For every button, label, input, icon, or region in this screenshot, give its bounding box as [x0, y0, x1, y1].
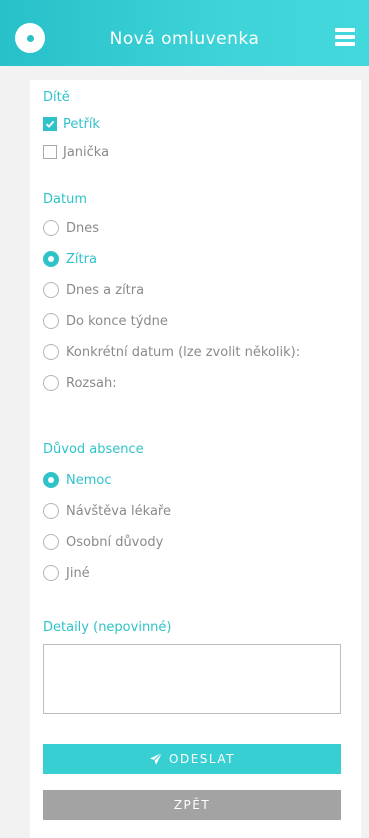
- reason-option-label: Nemoc: [66, 472, 112, 488]
- reason-option-jine[interactable]: Jiné: [43, 563, 90, 583]
- date-option-label: Zítra: [66, 251, 97, 267]
- logo-dot: [26, 34, 34, 42]
- back-button[interactable]: ZPĚT: [43, 790, 341, 820]
- page-title: Nová omluvenka: [109, 28, 260, 49]
- child-section-label: Dítě: [43, 90, 70, 105]
- checkmark-icon: [45, 120, 55, 128]
- hamburger-menu-icon[interactable]: [335, 28, 355, 46]
- menu-bar: [335, 28, 355, 32]
- reason-option-label: Návštěva lékaře: [66, 503, 171, 519]
- child-option-petrik[interactable]: Petřík: [43, 114, 100, 134]
- radio-unchecked[interactable]: [43, 282, 59, 298]
- date-option-dnes-a-zitra[interactable]: Dnes a zítra: [43, 280, 144, 300]
- logo-icon[interactable]: [15, 23, 45, 53]
- radio-checked[interactable]: [43, 251, 59, 267]
- date-option-label: Rozsah:: [66, 375, 117, 391]
- details-section-label: Detaily (nepovinné): [43, 620, 172, 635]
- reason-option-osobni-duvody[interactable]: Osobní důvody: [43, 532, 163, 552]
- menu-bar: [335, 35, 355, 39]
- date-option-label: Dnes: [66, 220, 100, 236]
- form-card: Dítě Petřík Janička Datum Dnes Zítra Dne…: [30, 80, 361, 838]
- date-option-do-konce-tydne[interactable]: Do konce týdne: [43, 311, 168, 331]
- child-option-label: Petřík: [63, 116, 100, 132]
- date-option-dnes[interactable]: Dnes: [43, 218, 99, 238]
- send-button-label: ODESLAT: [169, 752, 235, 766]
- menu-bar: [335, 42, 355, 46]
- details-textarea[interactable]: [43, 644, 341, 714]
- child-option-label: Janička: [63, 144, 110, 160]
- radio-unchecked[interactable]: [43, 344, 59, 360]
- radio-unchecked[interactable]: [43, 565, 59, 581]
- date-option-label: Do konce týdne: [66, 313, 168, 329]
- reason-option-nemoc[interactable]: Nemoc: [43, 470, 112, 490]
- date-section-label: Datum: [43, 192, 87, 207]
- date-option-label: Konkrétní datum (lze zvolit několik):: [66, 344, 301, 360]
- reason-section-label: Důvod absence: [43, 442, 144, 457]
- date-option-rozsah[interactable]: Rozsah:: [43, 373, 117, 393]
- paper-plane-icon: [150, 752, 163, 765]
- send-button[interactable]: ODESLAT: [43, 744, 341, 774]
- radio-unchecked[interactable]: [43, 375, 59, 391]
- date-option-zitra[interactable]: Zítra: [43, 249, 97, 269]
- child-option-janicka[interactable]: Janička: [43, 142, 109, 162]
- reason-option-label: Jiné: [66, 565, 90, 581]
- checkbox-checked[interactable]: [43, 117, 57, 131]
- reason-option-label: Osobní důvody: [66, 534, 164, 550]
- radio-unchecked[interactable]: [43, 313, 59, 329]
- date-option-label: Dnes a zítra: [66, 282, 145, 298]
- reason-option-navsteva-lekare[interactable]: Návštěva lékaře: [43, 501, 171, 521]
- back-button-label: ZPĚT: [173, 798, 211, 812]
- radio-unchecked[interactable]: [43, 503, 59, 519]
- radio-unchecked[interactable]: [43, 534, 59, 550]
- radio-unchecked[interactable]: [43, 220, 59, 236]
- checkbox-unchecked[interactable]: [43, 145, 57, 159]
- app-header: Nová omluvenka: [0, 0, 369, 66]
- radio-checked[interactable]: [43, 472, 59, 488]
- date-option-konkretni-datum[interactable]: Konkrétní datum (lze zvolit několik):: [43, 342, 300, 362]
